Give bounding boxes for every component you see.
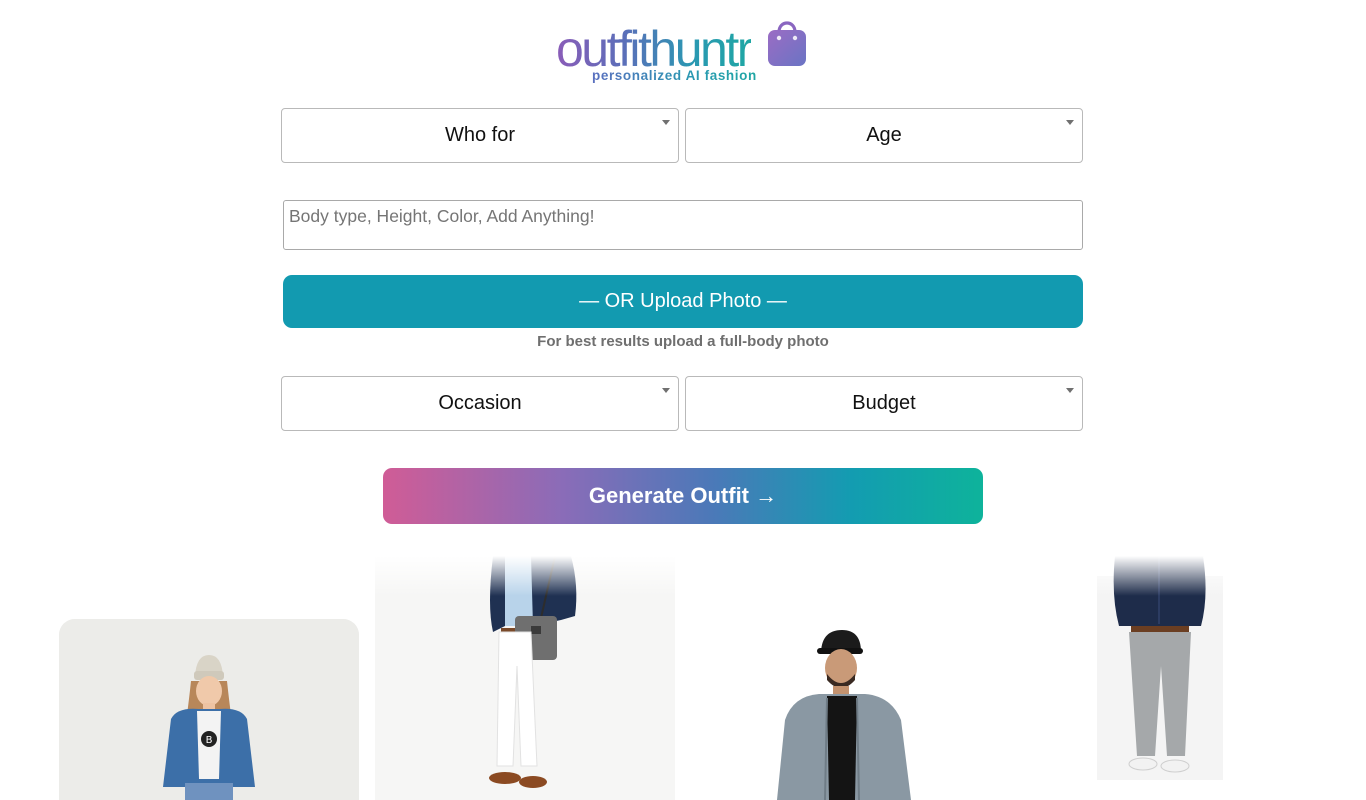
brand-tagline: personalized AI fashion: [592, 68, 757, 83]
gallery-card[interactable]: [689, 600, 989, 800]
svg-text:B: B: [206, 735, 213, 746]
gallery-card[interactable]: [375, 556, 675, 800]
occasion-select-value: Occasion: [438, 392, 522, 414]
brand-name: outfithuntr: [556, 21, 753, 77]
man-grey-hoodie-black-cap-photo: [689, 600, 989, 800]
gallery-card[interactable]: [1005, 556, 1305, 800]
brand-logo[interactable]: outfithuntr personalized AI fashion: [556, 12, 816, 88]
who-for-select[interactable]: Who for: [281, 108, 679, 163]
chevron-down-icon: [662, 388, 670, 393]
girl-denim-jacket-beanie-photo: B: [59, 619, 359, 800]
details-input[interactable]: [283, 200, 1083, 250]
age-select[interactable]: Age: [685, 108, 1083, 163]
age-select-value: Age: [866, 124, 902, 146]
chevron-down-icon: [1066, 120, 1074, 125]
upload-photo-button[interactable]: — OR Upload Photo —: [283, 275, 1083, 328]
who-for-select-value: Who for: [444, 124, 516, 146]
shopping-bag-icon: [764, 14, 810, 68]
budget-select-value: Budget: [852, 392, 916, 414]
page: outfithuntr personalized AI fashion Who …: [0, 0, 1366, 800]
upload-hint: For best results upload a full-body phot…: [537, 333, 829, 350]
image-fade: [375, 556, 675, 596]
image-fade: [1005, 556, 1305, 596]
gallery-card[interactable]: B: [59, 619, 359, 800]
chevron-down-icon: [662, 120, 670, 125]
budget-select[interactable]: Budget: [685, 376, 1083, 431]
occasion-select[interactable]: Occasion: [281, 376, 679, 431]
generate-outfit-button[interactable]: Generate Outfit →: [383, 468, 983, 524]
chevron-down-icon: [1066, 388, 1074, 393]
